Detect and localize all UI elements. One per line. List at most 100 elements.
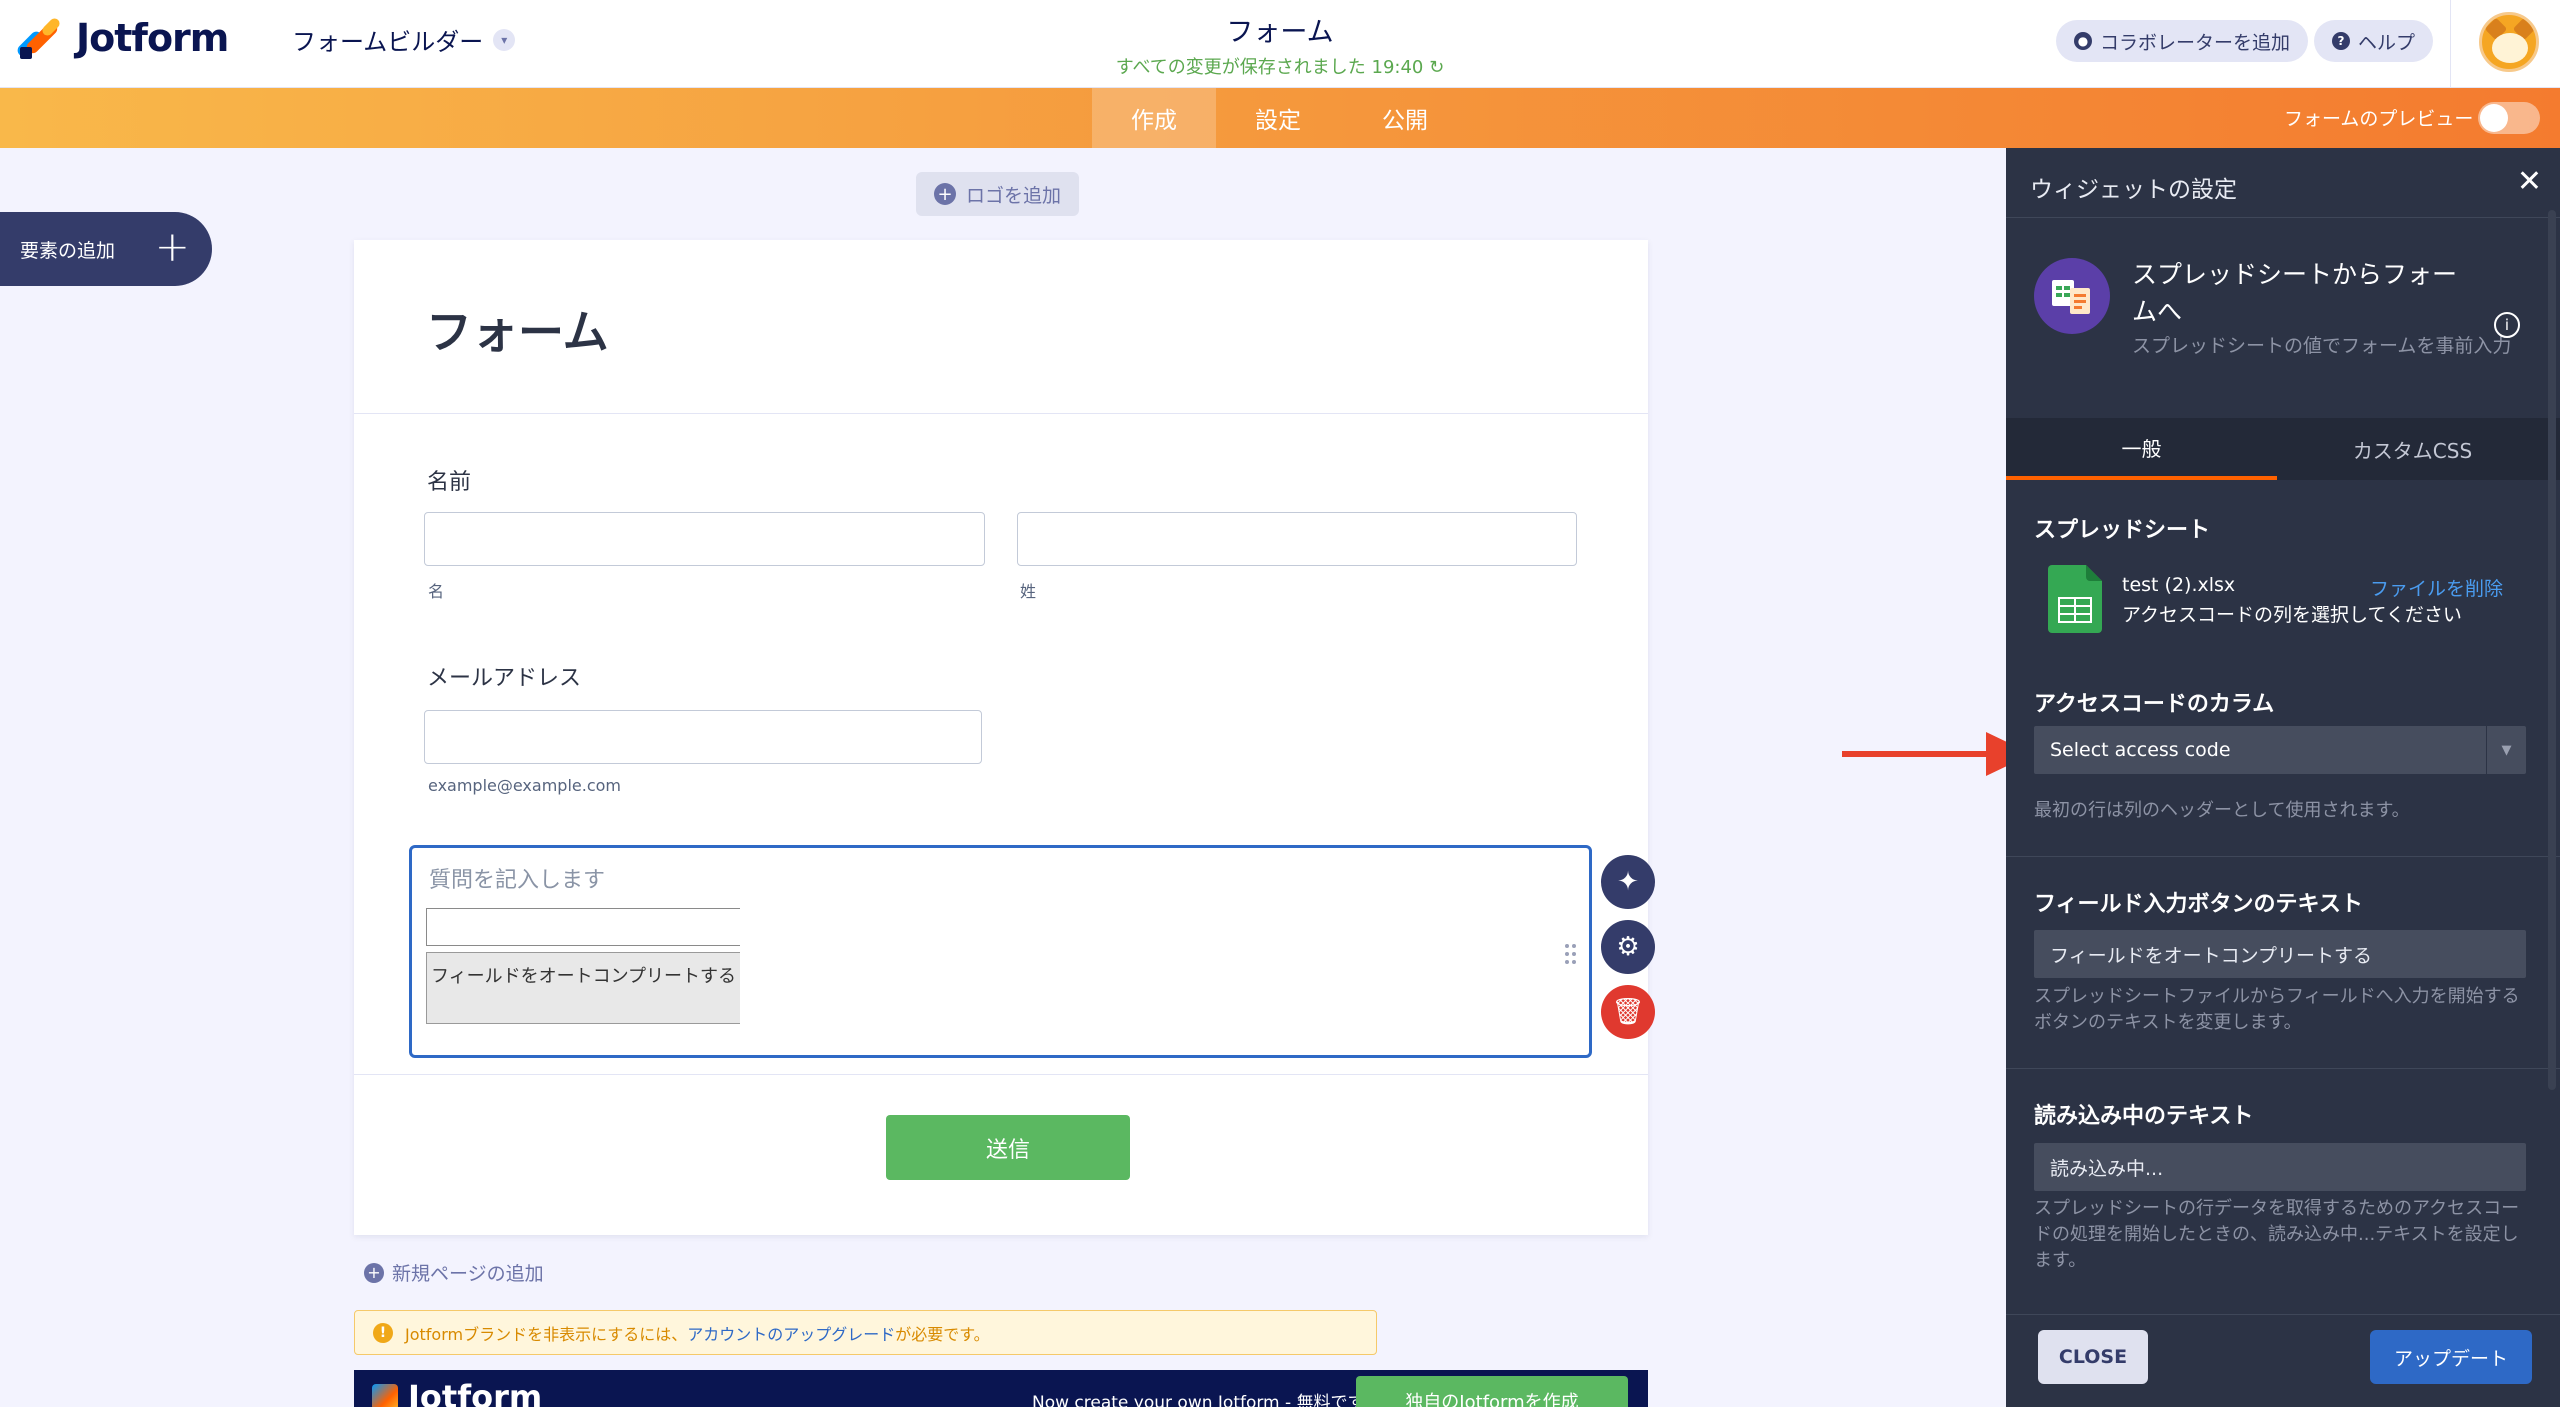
form-title-block: フォーム すべての変更が保存されました 19:40 ↻	[1030, 10, 1530, 79]
access-code-input[interactable]	[426, 908, 740, 946]
email-label: メールアドレス	[427, 666, 582, 691]
chevron-down-icon: ▾	[493, 28, 516, 51]
user-icon: ●	[2074, 32, 2092, 50]
panel-scrollbar[interactable]	[2548, 210, 2556, 1090]
loading-text-section-title: 読み込み中のテキスト	[2034, 1104, 2254, 1129]
divider	[354, 1074, 1648, 1075]
toggle-knob	[2480, 104, 2508, 132]
footer-text: Now create your own Jotform - 無料です	[1032, 1393, 1365, 1407]
plus-circle-icon: +	[934, 183, 956, 205]
new-page-label: 新規ページの追加	[392, 1263, 544, 1285]
last-name-sublabel: 姓	[1020, 582, 1037, 601]
delete-field-button[interactable]: 🗑	[1601, 985, 1655, 1039]
access-code-help: 最初の行は列のヘッダーとして使用されます。	[2034, 800, 2410, 821]
info-icon[interactable]: i	[2494, 312, 2520, 338]
plus-icon: +	[154, 222, 190, 271]
add-element-label: 要素の追加	[20, 239, 116, 262]
update-button[interactable]: アップデート	[2370, 1330, 2532, 1384]
builder-menu-label: フォームビルダー	[292, 28, 484, 56]
avatar-area	[2450, 0, 2560, 88]
plus-circle-icon: +	[364, 1262, 384, 1283]
notice-prefix: Jotformブランドを非表示にするには、	[405, 1324, 688, 1344]
top-bar: Jotform フォームビルダー ▾ フォーム すべての変更が保存されました 1…	[0, 0, 2560, 88]
tab-general-label: 一般	[2121, 436, 2162, 461]
form-title[interactable]: フォーム	[1030, 10, 1530, 49]
footer-logo: Jotform	[372, 1378, 542, 1407]
magic-wand-icon: ✦	[1617, 867, 1639, 897]
save-status: すべての変更が保存されました 19:40 ↻	[1030, 53, 1530, 79]
spreadsheet-section-title: スプレッドシート	[2034, 518, 2211, 543]
email-input[interactable]	[424, 710, 982, 764]
access-code-section-title: アクセスコードのカラム	[2034, 692, 2275, 717]
add-new-page-button[interactable]: + 新規ページの追加	[364, 1259, 544, 1286]
footer-logo-text: Jotform	[408, 1378, 543, 1407]
loading-text-input[interactable]: 読み込み中...	[2034, 1143, 2526, 1191]
spreadsheet-widget-field[interactable]: 質問を記入します フィールドをオートコンプリートする	[409, 845, 1592, 1058]
section-divider	[2006, 856, 2560, 857]
access-code-select-value: Select access code	[2050, 739, 2231, 761]
trash-icon: 🗑	[1611, 997, 1645, 1027]
notice-text: Jotformブランドを非表示にするには、アカウントのアップグレードが必要です。	[405, 1321, 990, 1345]
add-logo-label: ロゴを追加	[966, 184, 1062, 207]
upgrade-link[interactable]: アカウントのアップグレード	[687, 1325, 895, 1344]
field-settings-button[interactable]: ⚙	[1601, 920, 1655, 974]
close-icon[interactable]: ✕	[2517, 164, 2542, 199]
add-collaborator-label: コラボレーターを追加	[2100, 31, 2291, 54]
footer-logo-icon	[372, 1384, 398, 1407]
avatar-face	[2492, 33, 2528, 63]
drag-handle-icon[interactable]	[1565, 944, 1577, 966]
form-header[interactable]: フォーム	[354, 240, 1648, 414]
form-heading: フォーム	[426, 305, 609, 359]
loading-text-help: スプレッドシートの行データを取得するためのアクセスコードの処理を開始したときの、…	[2034, 1198, 2520, 1271]
tab-custom-css[interactable]: カスタムCSS	[2277, 418, 2548, 480]
create-jotform-button[interactable]: 独自のJotformを作成	[1356, 1376, 1628, 1407]
annotation-arrow-line	[1842, 751, 1992, 757]
tab-settings[interactable]: 設定	[1216, 88, 1340, 148]
help-button[interactable]: ? ヘルプ	[2314, 20, 2434, 62]
preview-toggle[interactable]	[2478, 102, 2540, 134]
add-element-button[interactable]: 要素の追加 +	[0, 212, 212, 286]
tab-label: 作成	[1131, 108, 1177, 134]
tab-label: 公開	[1382, 108, 1428, 134]
autocomplete-button[interactable]: フィールドをオートコンプリートする	[426, 952, 740, 1024]
tab-general[interactable]: 一般	[2006, 418, 2277, 480]
add-collaborator-button[interactable]: ● コラボレーターを追加	[2056, 20, 2309, 62]
delete-file-link[interactable]: ファイルを削除	[2370, 574, 2503, 601]
form-builder-menu[interactable]: フォームビルダー ▾	[292, 22, 516, 57]
panel-header: ウィジェットの設定 ✕	[2006, 148, 2560, 218]
save-status-text: すべての変更が保存されました 19:40	[1115, 57, 1424, 78]
preview-label: フォームのプレビュー	[2284, 108, 2474, 130]
close-button[interactable]: CLOSE	[2038, 1330, 2148, 1384]
file-name: test (2).xlsx	[2122, 574, 2236, 596]
first-name-input[interactable]	[424, 512, 985, 566]
jotform-brand-footer: Jotform Now create your own Jotform - 無料…	[354, 1370, 1648, 1407]
panel-title: ウィジェットの設定	[2030, 177, 2237, 203]
builder-nav: 作成 設定 公開 フォームのプレビュー	[0, 88, 2560, 148]
tab-build[interactable]: 作成	[1092, 88, 1216, 148]
refresh-icon: ↻	[1429, 57, 1445, 78]
notice-suffix: が必要です。	[895, 1324, 990, 1344]
button-text-help: スプレッドシートファイルからフィールドへ入力を開始するボタンのテキストを変更しま…	[2034, 986, 2520, 1033]
last-name-input[interactable]	[1017, 512, 1577, 566]
branding-notice: ! Jotformブランドを非表示にするには、アカウントのアップグレードが必要で…	[354, 1310, 1377, 1355]
gear-icon: ⚙	[1616, 932, 1640, 962]
button-text-input[interactable]: フィールドをオートコンプリートする	[2034, 930, 2526, 978]
access-code-select[interactable]: Select access code ▼	[2034, 726, 2526, 774]
question-placeholder[interactable]: 質問を記入します	[429, 862, 605, 894]
chevron-down-icon: ▼	[2486, 726, 2526, 774]
add-logo-button[interactable]: + ロゴを追加	[916, 172, 1080, 216]
wand-button[interactable]: ✦	[1601, 855, 1655, 909]
file-hint: アクセスコードの列を選択してください	[2122, 604, 2462, 626]
button-text-section-title: フィールド入力ボタンのテキスト	[2034, 892, 2363, 917]
submit-button[interactable]: 送信	[886, 1115, 1130, 1180]
form-card: フォーム 名前 名 姓 メールアドレス example@example.com	[354, 240, 1648, 1235]
name-label: 名前	[427, 470, 472, 495]
jotform-logo[interactable]: Jotform	[15, 16, 229, 60]
avatar[interactable]	[2479, 12, 2539, 72]
tab-publish[interactable]: 公開	[1340, 88, 1470, 148]
section-divider	[2006, 1068, 2560, 1069]
spreadsheet-widget-icon	[2034, 258, 2110, 334]
help-label: ヘルプ	[2358, 31, 2416, 54]
panel-tabs: 一般 カスタムCSS	[2006, 418, 2560, 480]
question-icon: ?	[2332, 32, 2350, 50]
